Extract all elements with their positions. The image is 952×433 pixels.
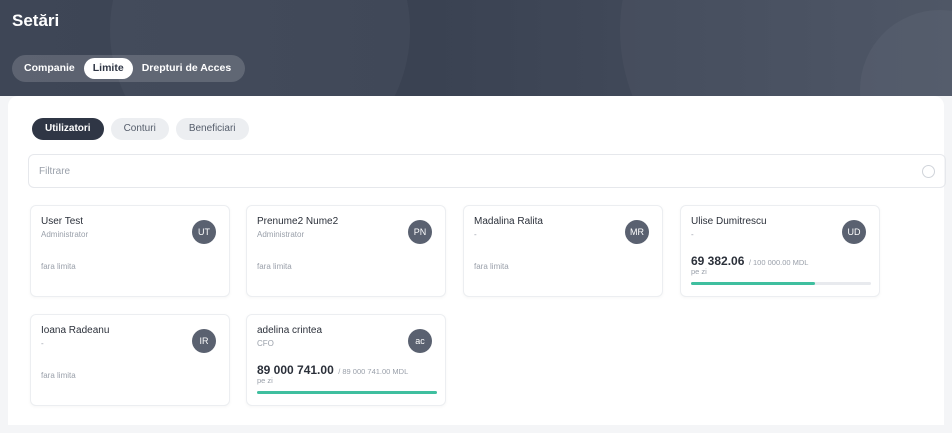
user-card-ulise-dumitrescu[interactable]: Ulise Dumitrescu - UD 69 382.06 / 100 00… [680, 205, 880, 297]
limit-progress-bar [691, 282, 871, 285]
user-card-prenume2-nume2[interactable]: Prenume2 Nume2 Administrator PN fara lim… [246, 205, 446, 297]
user-card-user-test[interactable]: User Test Administrator UT fara limita [30, 205, 230, 297]
limit-text: fara limita [41, 262, 76, 271]
avatar: ac [408, 329, 432, 353]
user-card-adelina-crintea[interactable]: adelina crintea CFO ac 89 000 741.00 / 8… [246, 314, 446, 406]
limit-period: pe zi [691, 267, 707, 276]
limit-text: fara limita [41, 371, 76, 380]
user-card-ioana-radeanu[interactable]: Ioana Radeanu - IR fara limita [30, 314, 230, 406]
limit-text: fara limita [257, 262, 292, 271]
user-name: User Test [41, 216, 84, 227]
limit-amount-row: 69 382.06 / 100 000.00 MDL [691, 252, 808, 270]
filter-field[interactable] [28, 154, 946, 188]
limit-progress-bar [257, 391, 437, 394]
limit-text: fara limita [474, 262, 509, 271]
tab-limite[interactable]: Limite [83, 58, 133, 79]
subtab-conturi[interactable]: Conturi [110, 118, 169, 140]
used-amount: 69 382.06 [691, 254, 745, 268]
user-name: adelina crintea [257, 325, 323, 336]
user-name: Madalina Ralita [474, 216, 543, 227]
user-name: Ulise Dumitrescu [691, 216, 767, 227]
limit-progress-fill [257, 391, 437, 394]
user-name: Prenume2 Nume2 [257, 216, 339, 227]
subtab-beneficiari[interactable]: Beneficiari [175, 118, 249, 140]
page-title: Setări [12, 11, 60, 30]
subtab-utilizatori[interactable]: Utilizatori [32, 118, 104, 140]
user-card-madalina-ralita[interactable]: Madalina Ralita - MR fara limita [463, 205, 663, 297]
tab-companie[interactable]: Companie [15, 58, 84, 79]
user-name: Ioana Radeanu [41, 325, 110, 336]
total-amount: / 89 000 741.00 MDL [338, 367, 409, 376]
limits-sub-tabs: Utilizatori Conturi Beneficiari [32, 118, 249, 140]
header-banner: Setări Companie Limite Drepturi de Acces [0, 0, 952, 96]
avatar: UT [192, 220, 216, 244]
filter-input[interactable] [39, 165, 922, 177]
avatar: UD [842, 220, 866, 244]
used-amount: 89 000 741.00 [257, 363, 334, 377]
limit-progress-fill [691, 282, 816, 285]
tab-drepturi-de-acces[interactable]: Drepturi de Acces [133, 58, 240, 79]
avatar: MR [625, 220, 649, 244]
settings-tabs: Companie Limite Drepturi de Acces [12, 55, 245, 82]
search-icon[interactable] [922, 164, 935, 178]
limits-panel: Utilizatori Conturi Beneficiari User Tes… [8, 96, 946, 425]
avatar: IR [192, 329, 216, 353]
avatar: PN [408, 220, 432, 244]
limit-amount-row: 89 000 741.00 / 89 000 741.00 MDL [257, 361, 408, 379]
limit-period: pe zi [257, 376, 273, 385]
total-amount: / 100 000.00 MDL [748, 258, 809, 267]
